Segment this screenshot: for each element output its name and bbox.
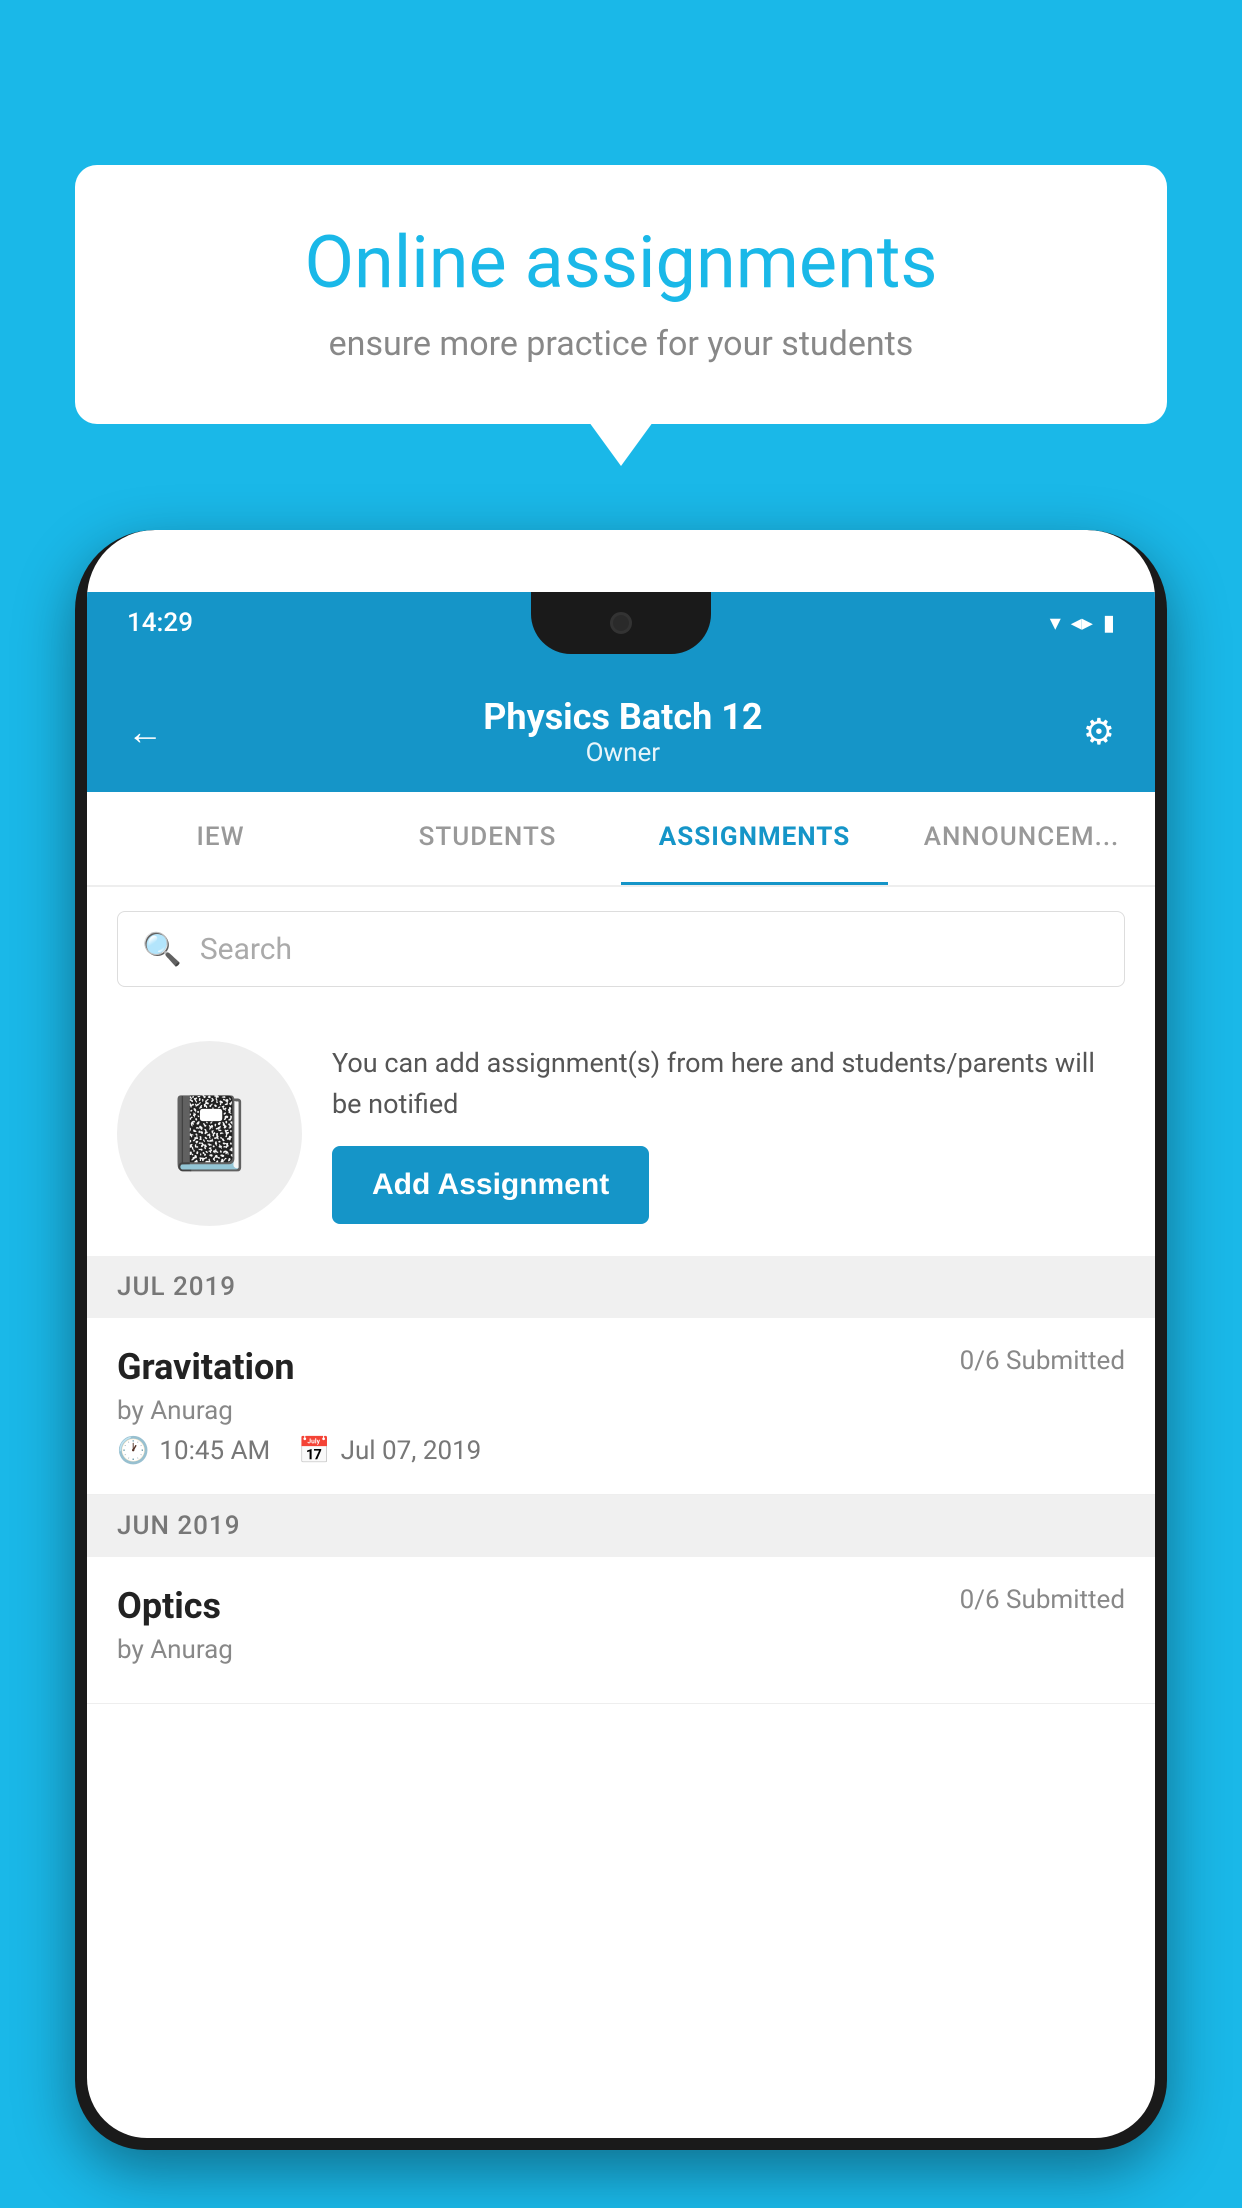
speech-bubble-container: Online assignments ensure more practice … — [75, 165, 1167, 424]
assignment-date: Jul 07, 2019 — [341, 1436, 482, 1466]
status-bar: 14:29 ▾ ◂▸ ▮ — [87, 592, 1155, 672]
assignment-submitted: 0/6 Submitted — [960, 1346, 1125, 1376]
assignment-time: 10:45 AM — [159, 1436, 270, 1466]
tab-announcements[interactable]: ANNOUNCEM... — [888, 792, 1155, 885]
clock-icon: 🕐 — [117, 1436, 149, 1466]
assignment-description: You can add assignment(s) from here and … — [332, 1043, 1125, 1124]
header-title-block: Physics Batch 12 Owner — [483, 696, 762, 768]
content-area: 🔍 Search 📓 You can add assignment(s) fro… — [87, 887, 1155, 1704]
tab-assignments[interactable]: ASSIGNMENTS — [621, 792, 888, 885]
search-bar[interactable]: 🔍 Search — [117, 911, 1125, 987]
search-icon: 🔍 — [142, 930, 182, 968]
tab-students[interactable]: STUDENTS — [354, 792, 621, 885]
app-header: ← Physics Batch 12 Owner ⚙ — [87, 672, 1155, 792]
status-icons: ▾ ◂▸ ▮ — [1050, 611, 1115, 636]
phone-camera — [610, 612, 632, 634]
back-button[interactable]: ← — [127, 711, 163, 753]
assignment-name: Gravitation — [117, 1346, 295, 1388]
assignment-item-top: Gravitation 0/6 Submitted — [117, 1346, 1125, 1388]
assignment-icon-circle: 📓 — [117, 1041, 302, 1226]
assignment-author-optics: by Anurag — [117, 1635, 1125, 1665]
status-time: 14:29 — [127, 608, 193, 638]
signal-icon: ◂▸ — [1071, 611, 1093, 636]
meta-time: 🕐 10:45 AM — [117, 1436, 270, 1466]
phone: 14:29 ▾ ◂▸ ▮ ← Physics Batch 12 Owner ⚙ … — [75, 530, 1167, 2150]
notebook-icon: 📓 — [165, 1091, 255, 1176]
section-header-jul: JUL 2019 — [87, 1256, 1155, 1318]
search-placeholder: Search — [200, 932, 292, 967]
assignment-name-optics: Optics — [117, 1585, 221, 1627]
assignment-item-gravitation[interactable]: Gravitation 0/6 Submitted by Anurag 🕐 10… — [87, 1318, 1155, 1495]
settings-icon[interactable]: ⚙ — [1083, 711, 1115, 753]
phone-inner: 14:29 ▾ ◂▸ ▮ ← Physics Batch 12 Owner ⚙ … — [87, 530, 1155, 2138]
section-header-jun: JUN 2019 — [87, 1495, 1155, 1557]
header-title: Physics Batch 12 — [483, 696, 762, 738]
header-subtitle: Owner — [483, 738, 762, 768]
wifi-icon: ▾ — [1050, 611, 1061, 636]
search-container: 🔍 Search — [87, 887, 1155, 1011]
phone-notch — [531, 592, 711, 654]
phone-container: 14:29 ▾ ◂▸ ▮ ← Physics Batch 12 Owner ⚙ … — [75, 530, 1167, 2208]
assignment-author: by Anurag — [117, 1396, 1125, 1426]
tab-iew[interactable]: IEW — [87, 792, 354, 885]
speech-bubble: Online assignments ensure more practice … — [75, 165, 1167, 424]
assignment-meta: 🕐 10:45 AM 📅 Jul 07, 2019 — [117, 1436, 1125, 1466]
speech-bubble-subtitle: ensure more practice for your students — [140, 324, 1102, 364]
meta-date: 📅 Jul 07, 2019 — [298, 1436, 481, 1466]
tabs-container: IEW STUDENTS ASSIGNMENTS ANNOUNCEM... — [87, 792, 1155, 887]
add-assignment-button[interactable]: Add Assignment — [332, 1146, 649, 1224]
battery-icon: ▮ — [1103, 611, 1115, 636]
add-assignment-section: 📓 You can add assignment(s) from here an… — [87, 1011, 1155, 1256]
assignment-item-optics[interactable]: Optics 0/6 Submitted by Anurag — [87, 1557, 1155, 1704]
assignment-submitted-optics: 0/6 Submitted — [960, 1585, 1125, 1615]
calendar-icon: 📅 — [298, 1436, 330, 1466]
assignment-info: You can add assignment(s) from here and … — [332, 1043, 1125, 1224]
speech-bubble-title: Online assignments — [140, 220, 1102, 306]
assignment-item-top-optics: Optics 0/6 Submitted — [117, 1585, 1125, 1627]
